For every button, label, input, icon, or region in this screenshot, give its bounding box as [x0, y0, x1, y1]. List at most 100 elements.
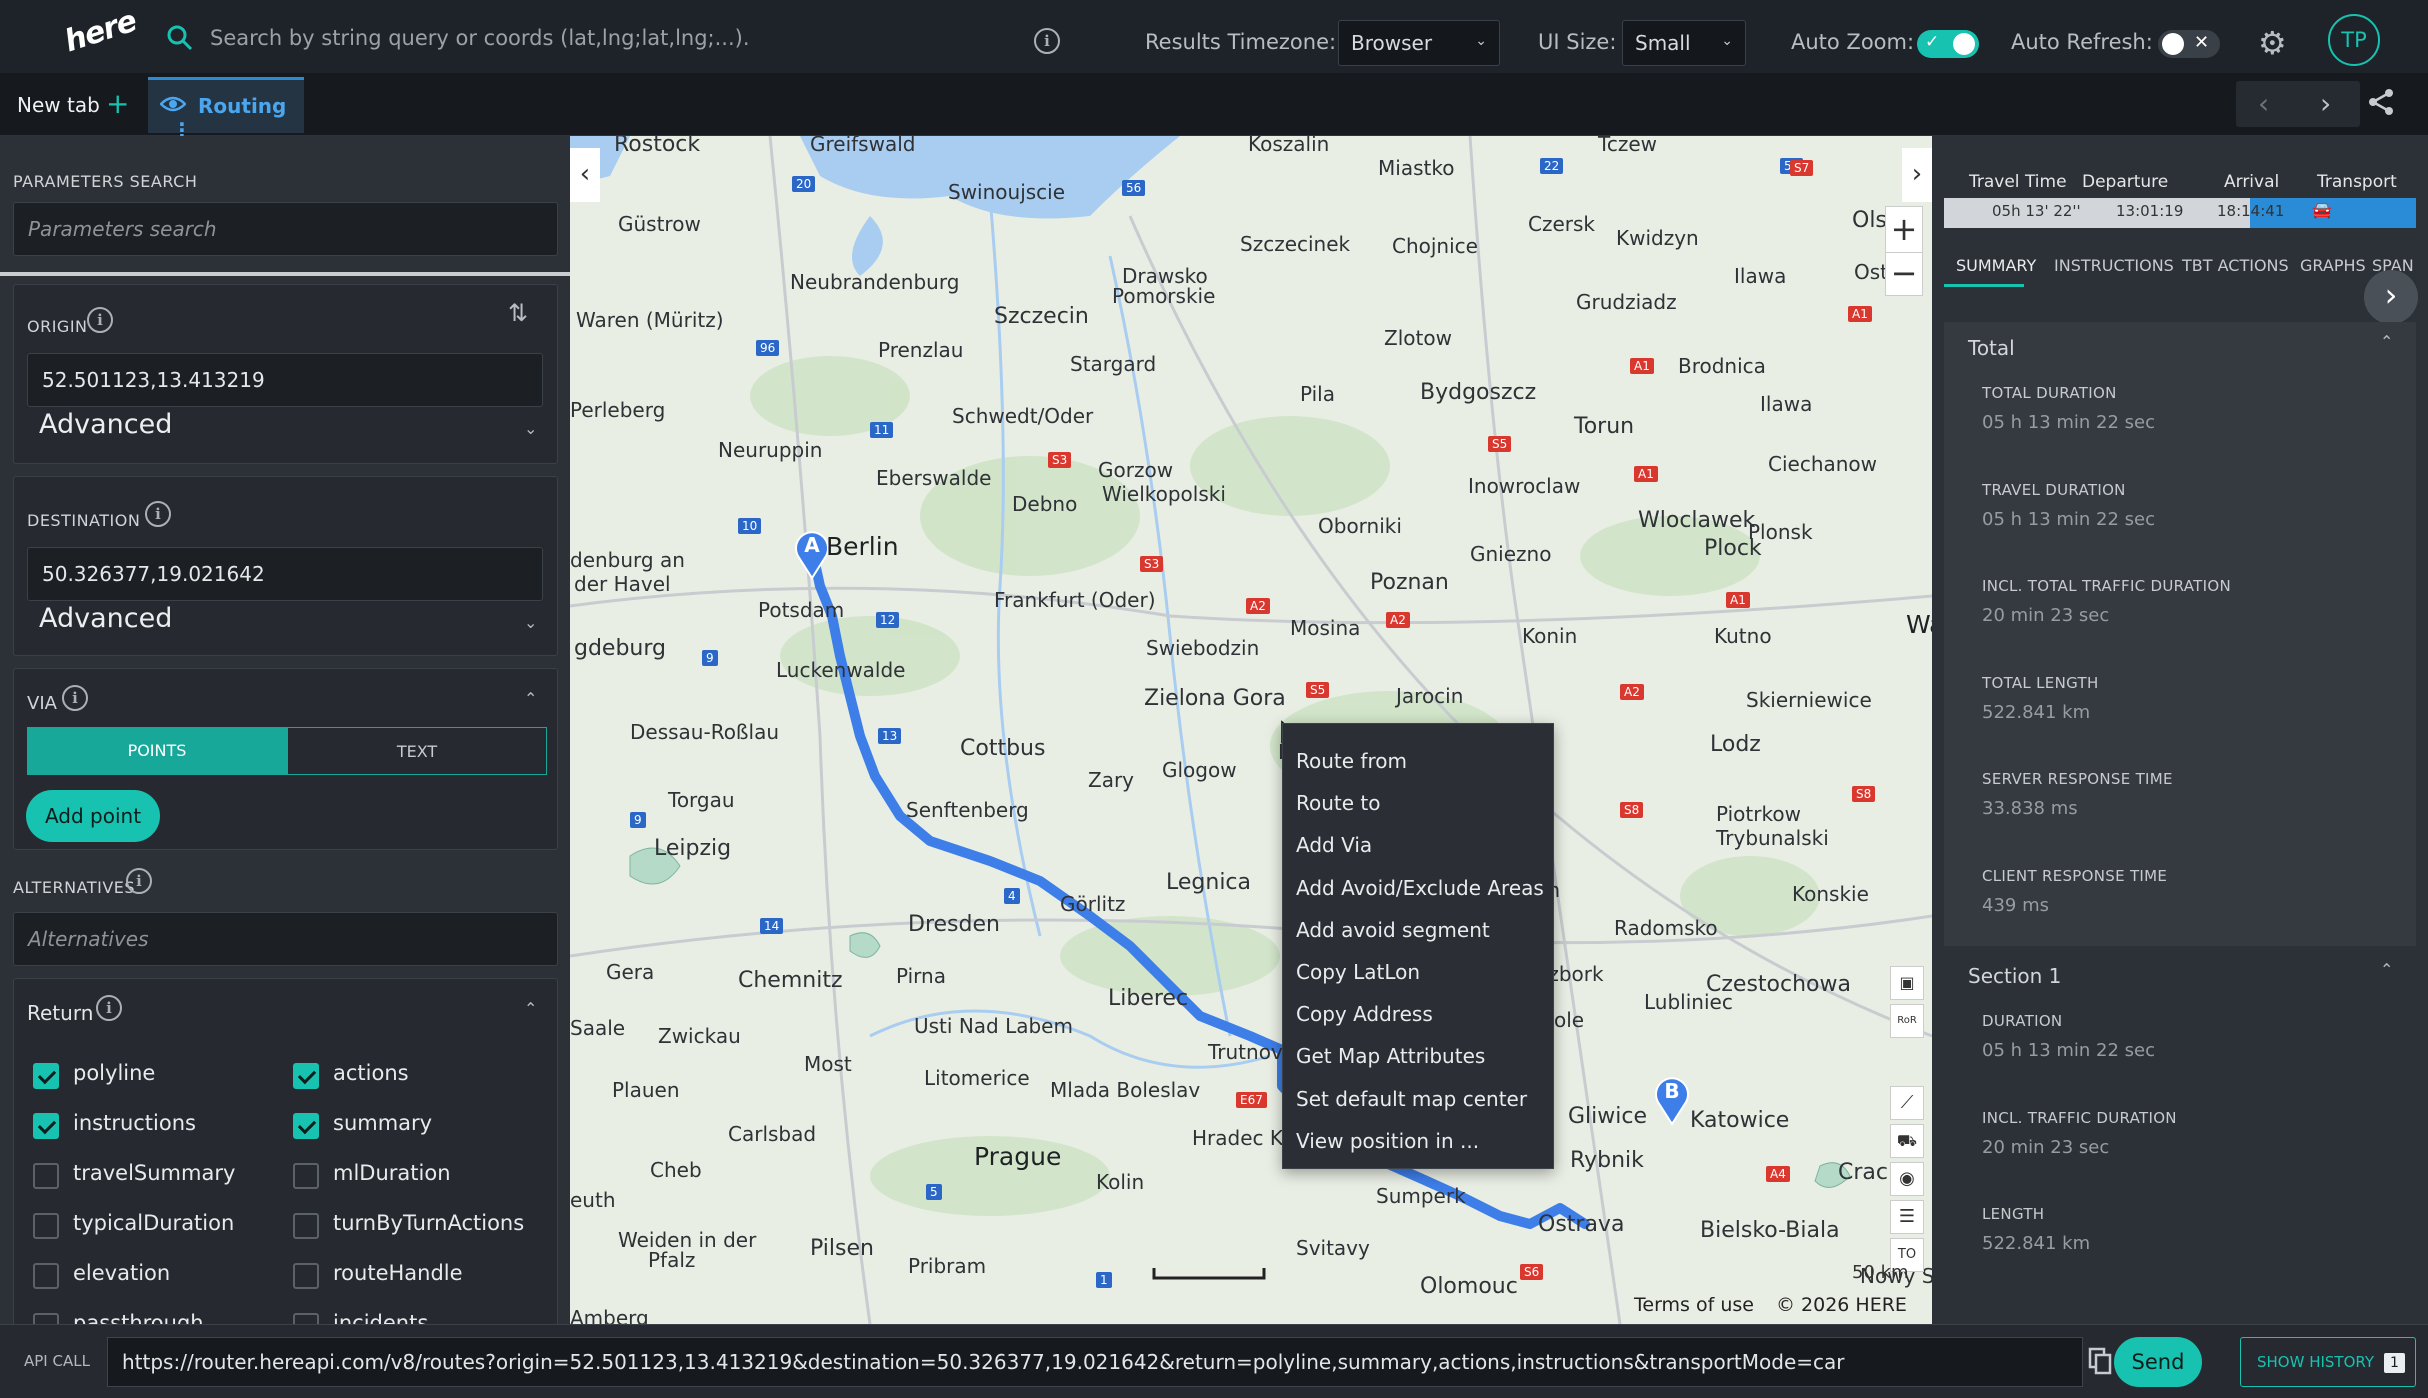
add-point-button[interactable]: Add point: [26, 790, 160, 842]
share-icon[interactable]: [2366, 87, 2396, 117]
context-menu-item[interactable]: Route to: [1283, 782, 1553, 824]
collapse-left-panel-button[interactable]: ‹: [570, 148, 600, 202]
checkbox-typicalDuration[interactable]: [33, 1213, 59, 1239]
context-menu-item[interactable]: Copy LatLon: [1283, 951, 1553, 993]
info-icon[interactable]: i: [145, 501, 171, 527]
zoom-in-button[interactable]: +: [1886, 207, 1922, 252]
ui-size-select[interactable]: Small ⌄: [1622, 20, 1746, 66]
checkbox-turnByTurnActions[interactable]: [293, 1213, 319, 1239]
checkbox-label: incidents: [333, 1311, 429, 1324]
checkbox-routeHandle[interactable]: [293, 1263, 319, 1289]
zoom-out-button[interactable]: −: [1886, 252, 1922, 297]
arrival-header: Arrival: [2224, 172, 2280, 192]
checkbox-label: typicalDuration: [73, 1211, 235, 1235]
checkbox-label: routeHandle: [333, 1261, 463, 1285]
collapse-right-panel-button[interactable]: ›: [1902, 148, 1932, 202]
chevron-up-icon[interactable]: ⌃: [524, 999, 537, 1018]
travel-time-header: Travel Time: [1969, 172, 2067, 192]
checkbox-incidents[interactable]: [293, 1313, 319, 1324]
alternatives-input[interactable]: Alternatives: [13, 912, 558, 966]
checkbox-instructions[interactable]: [33, 1113, 59, 1139]
tab-instructions[interactable]: INSTRUCTIONS: [2054, 256, 2174, 275]
avatar[interactable]: TP: [2328, 14, 2380, 66]
terms-of-use-link[interactable]: Terms of use: [1634, 1294, 1754, 1316]
send-button[interactable]: Send: [2114, 1337, 2202, 1387]
map-label-euth: euth: [570, 1188, 616, 1212]
copy-icon[interactable]: [2088, 1347, 2112, 1375]
info-icon[interactable]: i: [96, 995, 122, 1021]
map-label-trutnov: Trutnov: [1208, 1040, 1283, 1064]
parameters-panel: PARAMETERS SEARCH Parameters search ORIG…: [0, 136, 570, 1324]
parameters-search-input[interactable]: Parameters search: [13, 202, 558, 256]
parameters-search-label: PARAMETERS SEARCH: [13, 172, 198, 191]
here-logo[interactable]: here: [60, 4, 140, 60]
truck-tool-icon[interactable]: ▣: [1890, 966, 1924, 1000]
auto-refresh-toggle[interactable]: ✕: [2158, 30, 2220, 58]
checkbox-travelSummary[interactable]: [33, 1163, 59, 1189]
context-menu-item[interactable]: Set default map center: [1283, 1078, 1553, 1120]
ror-tool-button[interactable]: RoR: [1890, 1004, 1924, 1038]
summary-key: TOTAL LENGTH: [1982, 673, 2099, 692]
tab-graphs[interactable]: GRAPHS: [2300, 256, 2366, 275]
info-icon[interactable]: i: [126, 868, 152, 894]
checkbox-passthrough[interactable]: [33, 1313, 59, 1324]
info-icon[interactable]: i: [87, 307, 113, 333]
context-menu-item[interactable]: Add avoid segment: [1283, 909, 1553, 951]
via-text-tab[interactable]: TEXT: [287, 727, 547, 775]
layers-icon[interactable]: ☰: [1890, 1200, 1924, 1234]
back-arrow-icon[interactable]: ‹: [2258, 87, 2269, 120]
chevron-down-icon[interactable]: ⌄: [524, 613, 537, 632]
tab-routing[interactable]: Routing ⋮: [148, 77, 304, 142]
origin-advanced[interactable]: Advanced: [39, 409, 172, 440]
traffic-icon[interactable]: ◉: [1890, 1162, 1924, 1196]
map-label-perleberg: Perleberg: [570, 398, 666, 422]
show-history-button[interactable]: SHOW HISTORY 1: [2240, 1337, 2416, 1387]
vehicle-tool-icon[interactable]: ⛟: [1890, 1124, 1924, 1158]
map-label-hradec: Hradec Kr: [1192, 1126, 1292, 1150]
chevron-down-icon[interactable]: ⌄: [524, 419, 537, 438]
summary-value: 20 min 23 sec: [1982, 1136, 2110, 1158]
add-tab-button[interactable]: +: [106, 87, 129, 120]
gear-icon[interactable]: ⚙: [2258, 26, 2292, 60]
via-points-tab[interactable]: POINTS: [27, 727, 287, 775]
swap-icon[interactable]: ⇅: [508, 299, 528, 327]
summary-value: 05 h 13 min 22 sec: [1982, 412, 2156, 433]
context-menu-item[interactable]: Route from: [1283, 740, 1553, 782]
forward-arrow-icon[interactable]: ›: [2320, 87, 2331, 120]
map-label-szczecin: Szczecin: [994, 304, 1089, 329]
checkbox-polyline[interactable]: [33, 1063, 59, 1089]
info-icon[interactable]: i: [1034, 28, 1060, 54]
chevron-up-icon[interactable]: ⌃: [2380, 960, 2393, 979]
context-menu-item[interactable]: Add Avoid/Exclude Areas: [1283, 867, 1553, 909]
context-menu-item[interactable]: Add Via: [1283, 824, 1553, 866]
checkbox-actions[interactable]: [293, 1063, 319, 1089]
origin-input[interactable]: 52.501123,13.413219: [27, 353, 543, 407]
checkbox-mlDuration[interactable]: [293, 1163, 319, 1189]
map-label-debno: Debno: [1012, 492, 1078, 516]
context-menu-item[interactable]: Copy Address: [1283, 993, 1553, 1035]
search-input[interactable]: [210, 20, 1010, 56]
checkbox-summary[interactable]: [293, 1113, 319, 1139]
auto-zoom-toggle[interactable]: ✓: [1917, 30, 1979, 58]
tab-new[interactable]: New tab: [17, 93, 100, 117]
ruler-icon[interactable]: ⟋: [1890, 1086, 1924, 1120]
info-icon[interactable]: i: [62, 685, 88, 711]
copyright-text: © 2026 HERE: [1776, 1294, 1907, 1316]
chevron-up-icon[interactable]: ⌃: [2380, 332, 2393, 351]
map[interactable]: A B Rostock Greifswald Koszalin Miastko Tcze…: [570, 136, 1932, 1324]
history-count-badge: 1: [2384, 1353, 2405, 1373]
marker-b-icon[interactable]: B: [1652, 1074, 1692, 1126]
results-timezone-select[interactable]: Browser ⌄: [1338, 20, 1500, 66]
context-menu-item[interactable]: Get Map Attributes: [1283, 1035, 1553, 1077]
results-panel: Travel Time Departure Arrival Transport …: [1932, 136, 2428, 1324]
tabs-scroll-right-button[interactable]: ›: [2364, 270, 2418, 324]
api-url-input[interactable]: https://router.hereapi.com/v8/routes?ori…: [107, 1337, 2083, 1387]
chevron-up-icon[interactable]: ⌃: [524, 689, 537, 708]
destination-advanced[interactable]: Advanced: [39, 603, 172, 634]
map-label-dresden: Dresden: [908, 912, 1000, 937]
context-menu-item[interactable]: View position in ...: [1283, 1120, 1553, 1162]
tab-tbt-actions[interactable]: TBT ACTIONS: [2182, 256, 2289, 275]
tab-summary[interactable]: SUMMARY: [1956, 256, 2036, 275]
destination-input[interactable]: 50.326377,19.021642: [27, 547, 543, 601]
checkbox-elevation[interactable]: [33, 1263, 59, 1289]
